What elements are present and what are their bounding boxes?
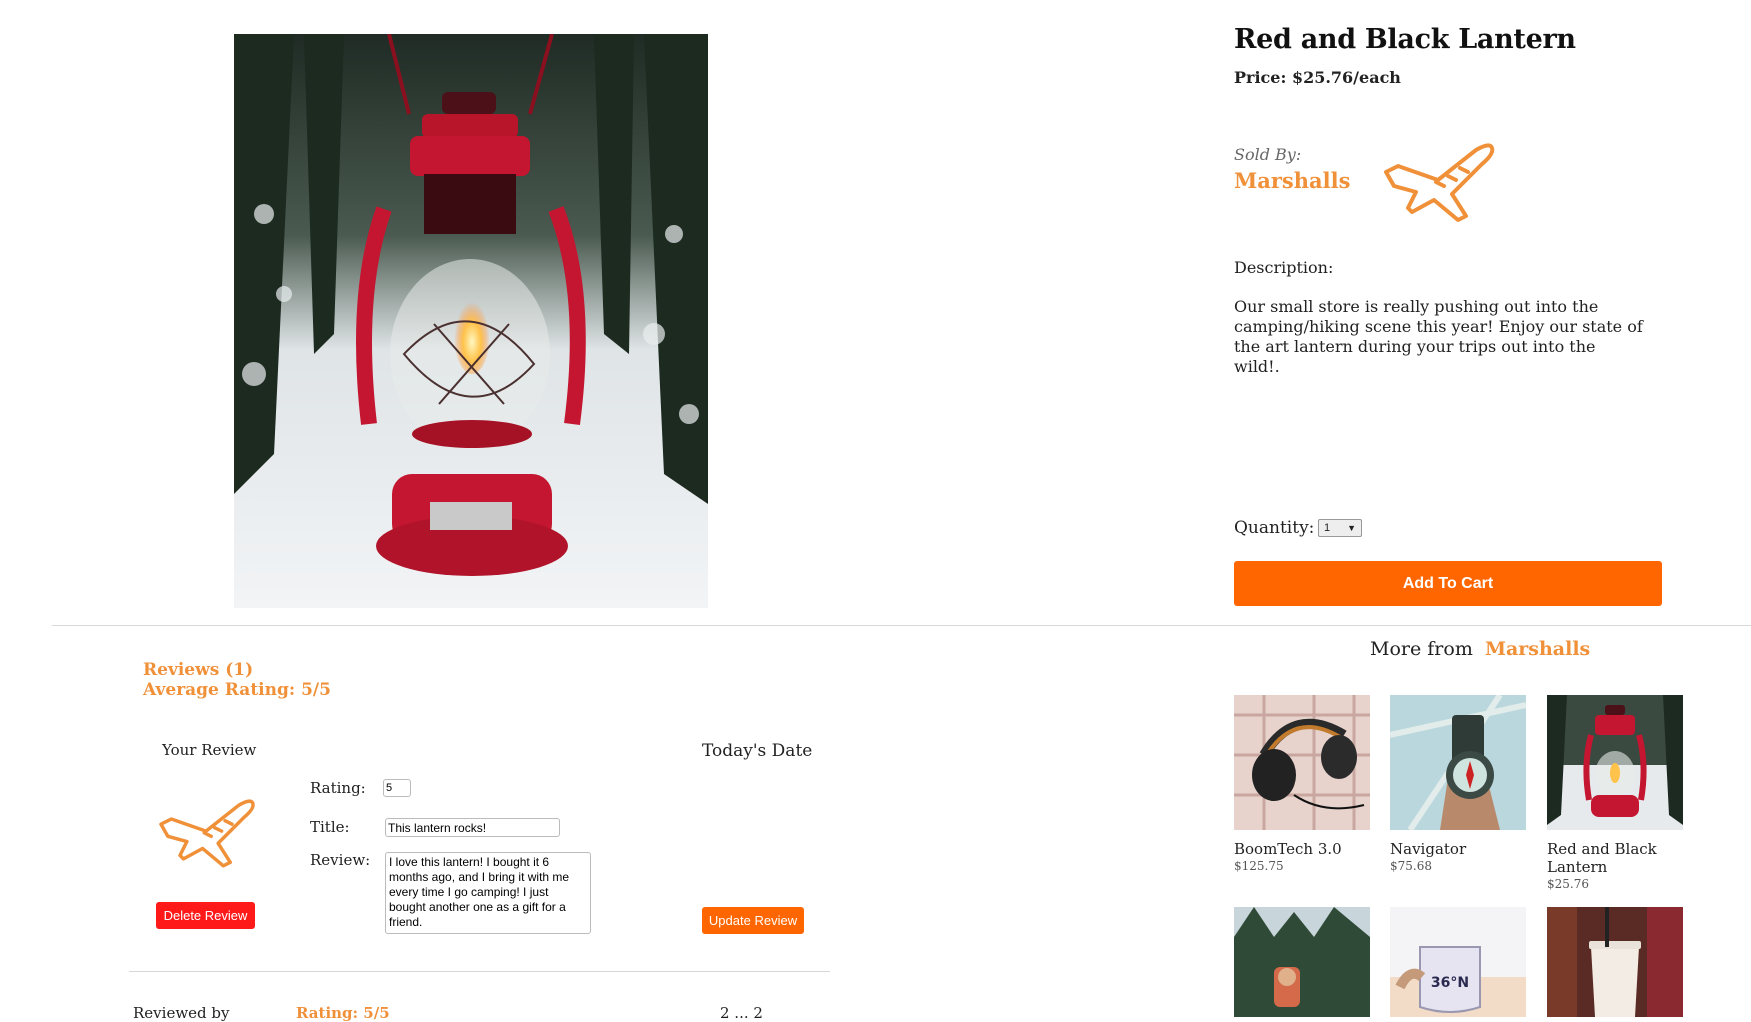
add-to-cart-button[interactable]: Add To Cart (1234, 561, 1662, 606)
product-card[interactable]: Red and Black Lantern $25.76 (1547, 695, 1683, 891)
product-thumbnail[interactable] (1234, 907, 1370, 1017)
product-thumbnail[interactable] (1547, 695, 1683, 830)
product-thumbnail[interactable] (1390, 695, 1526, 830)
product-card-name[interactable]: Navigator (1390, 840, 1526, 858)
review-text-field[interactable]: I love this lantern! I bought it 6 month… (385, 852, 591, 934)
todays-date-label: Today's Date (702, 741, 813, 761)
product-thumbnail[interactable] (1547, 907, 1683, 1017)
review-label: Review: (310, 851, 371, 869)
chevron-down-icon: ▼ (1347, 523, 1356, 533)
product-card-name[interactable]: Red and Black Lantern (1547, 840, 1683, 876)
more-from-prefix: More from (1370, 638, 1473, 660)
title-label: Title: (310, 818, 350, 836)
product-card-price: $25.76 (1547, 877, 1589, 891)
your-review-label: Your Review (162, 741, 257, 759)
product-thumbnail[interactable] (1234, 695, 1370, 830)
rating-label: Rating: (310, 779, 366, 797)
reviews-count[interactable]: Reviews (1) (143, 660, 253, 680)
next-review-author: Reviewed by (133, 1004, 230, 1022)
rating-input[interactable] (383, 779, 411, 797)
quantity-value: 1 (1324, 522, 1331, 534)
svg-text:36°N: 36°N (1431, 975, 1469, 991)
review-title-input[interactable] (385, 818, 560, 837)
reviews-divider (129, 971, 830, 972)
section-divider (52, 625, 1751, 626)
delete-review-button[interactable]: Delete Review (156, 902, 255, 929)
next-review-date: 2 ... 2 (720, 1004, 763, 1022)
description-text: Our small store is really pushing out in… (1234, 297, 1643, 376)
next-review-rating: Rating: 5/5 (296, 1004, 390, 1022)
seller-link[interactable]: Marshalls (1234, 168, 1350, 193)
more-from-seller-link[interactable]: Marshalls (1485, 638, 1590, 660)
airplane-icon (1378, 136, 1498, 226)
product-title: Red and Black Lantern (1234, 24, 1576, 55)
product-thumbnail[interactable]: 36°N (1390, 907, 1526, 1017)
product-price: Price: $25.76/each (1234, 68, 1401, 87)
product-card-price: $75.68 (1390, 859, 1432, 873)
product-card-price: $125.75 (1234, 859, 1284, 873)
sold-by-label: Sold By: (1234, 145, 1302, 164)
more-from-heading: More from Marshalls (1370, 638, 1590, 660)
airplane-icon (154, 790, 258, 874)
quantity-select[interactable]: 1 ▼ (1318, 519, 1362, 537)
description-label: Description: (1234, 258, 1334, 277)
product-card[interactable]: Navigator $75.68 (1390, 695, 1526, 873)
average-rating: Average Rating: 5/5 (143, 680, 331, 700)
quantity-label: Quantity: (1234, 518, 1315, 538)
product-card-name[interactable]: BoomTech 3.0 (1234, 840, 1370, 858)
update-review-button[interactable]: Update Review (702, 907, 804, 934)
product-image (234, 34, 708, 608)
product-card[interactable]: BoomTech 3.0 $125.75 (1234, 695, 1370, 873)
